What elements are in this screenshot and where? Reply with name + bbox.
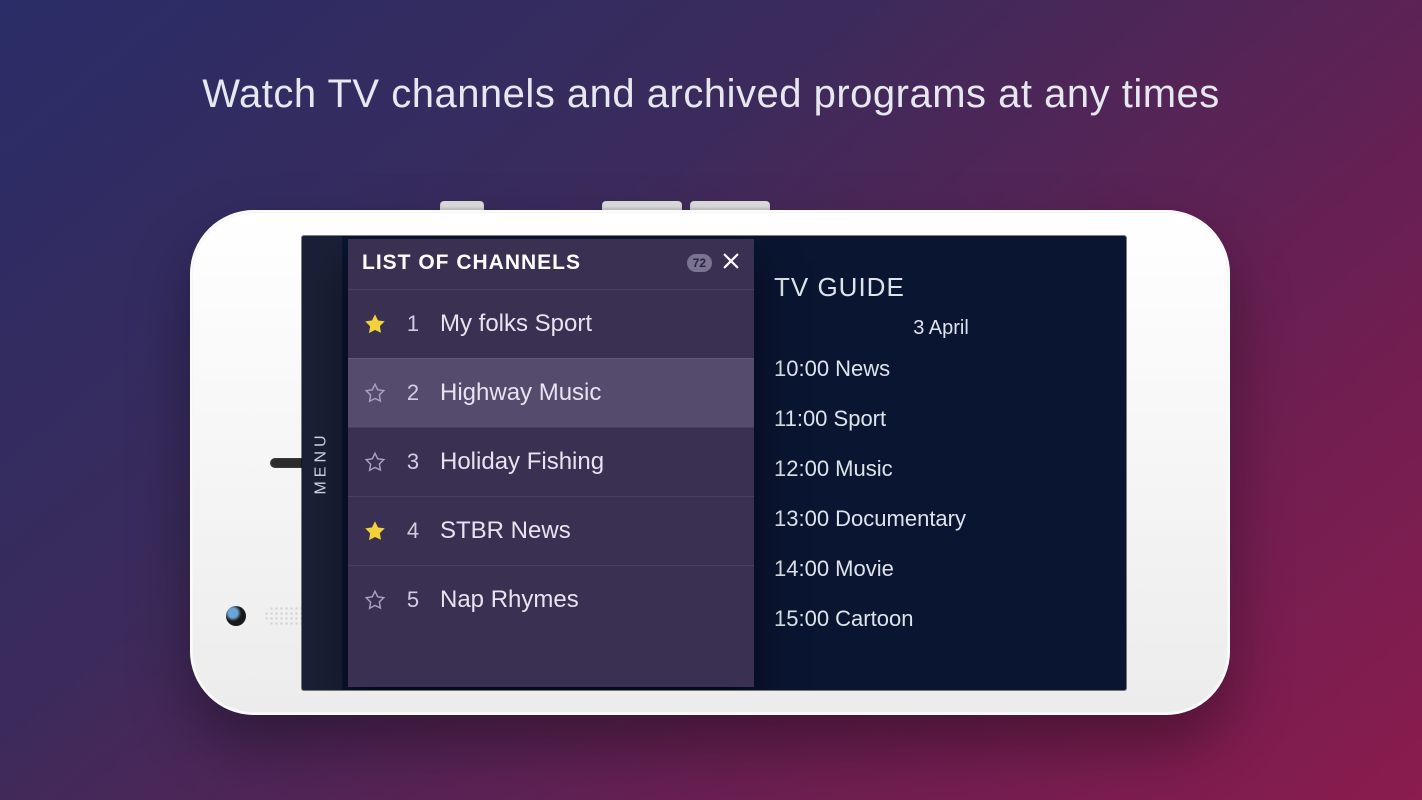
channel-row[interactable]: 4 STBR News [348,496,754,565]
phone-frame: MENU TV GUIDE 3 April 10:00 News11:00 Sp… [190,210,1230,715]
favorite-star-icon[interactable] [364,589,386,611]
menu-drawer-handle[interactable]: MENU [302,236,342,690]
channel-name: My folks Sport [440,310,738,338]
menu-label: MENU [313,431,331,494]
channel-number: 2 [404,380,422,406]
channel-row[interactable]: 1 My folks Sport [348,289,754,358]
app-screen: MENU TV GUIDE 3 April 10:00 News11:00 Sp… [302,236,1126,690]
close-icon[interactable] [722,252,740,274]
channel-name: STBR News [440,517,738,545]
headline: Watch TV channels and archived programs … [202,72,1220,117]
guide-row[interactable]: 10:00 News [756,344,1126,394]
favorite-star-icon[interactable] [364,313,386,335]
channel-number: 3 [404,449,422,475]
channels-panel-title: LIST OF CHANNELS [362,251,581,275]
channel-name: Nap Rhymes [440,586,738,614]
phone-button [690,201,770,210]
channel-name: Holiday Fishing [440,448,738,476]
channel-row[interactable]: 2 Highway Music [348,358,754,427]
favorite-star-icon[interactable] [364,520,386,542]
phone-camera [226,606,246,626]
channels-panel-header: LIST OF CHANNELS 72 [348,239,754,289]
tv-guide-date: 3 April [756,317,1126,340]
channel-name: Highway Music [440,379,738,407]
phone-button [602,201,682,210]
favorite-star-icon[interactable] [364,382,386,404]
tv-guide-panel: TV GUIDE 3 April 10:00 News11:00 Sport12… [756,254,1126,690]
guide-row[interactable]: 13:00 Documentary [756,494,1126,544]
guide-row[interactable]: 14:00 Movie [756,544,1126,594]
channel-number: 4 [404,518,422,544]
channel-number: 1 [404,311,422,337]
channels-count-badge: 72 [687,254,712,272]
channel-row[interactable]: 3 Holiday Fishing [348,427,754,496]
phone-button [440,201,484,210]
channels-panel: LIST OF CHANNELS 72 1 My folks Sport 2 High… [348,239,754,687]
tv-guide-title: TV GUIDE [774,272,1126,303]
guide-row[interactable]: 15:00 Cartoon [756,594,1126,644]
guide-row[interactable]: 12:00 Music [756,444,1126,494]
channel-number: 5 [404,587,422,613]
favorite-star-icon[interactable] [364,451,386,473]
channel-row[interactable]: 5 Nap Rhymes [348,565,754,634]
guide-row[interactable]: 11:00 Sport [756,394,1126,444]
